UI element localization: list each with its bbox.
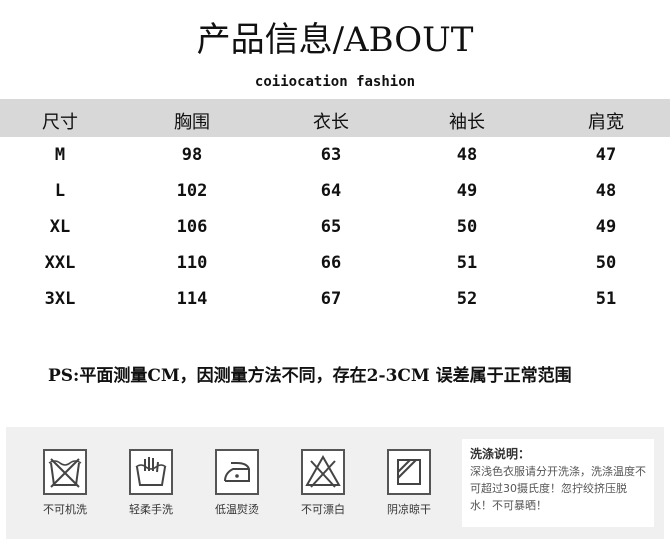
care-label: 不可漂白 bbox=[301, 503, 345, 516]
hand-wash-icon bbox=[129, 449, 173, 495]
measurement-note: PS:平面测量CM，因测量方法不同，存在2-3CM 误差属于正常范围 bbox=[48, 366, 572, 386]
shoulder-cell: 49 bbox=[595, 217, 617, 237]
table-row: 3XL 114 67 52 51 bbox=[0, 282, 670, 318]
page-title: 产品信息/ABOUT bbox=[196, 20, 474, 60]
header-size: 尺寸 bbox=[42, 112, 78, 133]
care-item-low-iron: 低温熨烫 bbox=[202, 449, 272, 517]
wash-instructions: 洗涤说明： 深浅色衣服请分开洗涤，洗涤温度不可超过30摄氏度！忽拧绞挤压脱水！不… bbox=[462, 439, 654, 527]
sleeve-cell: 50 bbox=[456, 217, 478, 237]
care-label: 阴凉晾干 bbox=[387, 503, 431, 516]
header-shoulder: 肩宽 bbox=[588, 112, 624, 133]
table-row: M 98 63 48 47 bbox=[0, 138, 670, 174]
chest-cell: 102 bbox=[176, 181, 208, 201]
length-cell: 67 bbox=[320, 289, 342, 309]
no-bleach-icon bbox=[301, 449, 345, 495]
brand-subtitle: coiiocation fashion bbox=[254, 74, 416, 90]
care-item-no-machine-wash: 不可机洗 bbox=[30, 449, 100, 517]
sleeve-cell: 48 bbox=[456, 145, 478, 165]
chest-cell: 106 bbox=[176, 217, 208, 237]
header-chest: 胸围 bbox=[174, 112, 210, 133]
size-cell: XL bbox=[49, 217, 71, 237]
shoulder-cell: 51 bbox=[595, 289, 617, 309]
wash-instructions-title: 洗涤说明： bbox=[470, 447, 531, 461]
length-cell: 63 bbox=[320, 145, 342, 165]
shade-dry-icon bbox=[387, 449, 431, 495]
care-label: 不可机洗 bbox=[43, 503, 87, 516]
header-length: 衣长 bbox=[313, 112, 349, 133]
size-cell: XXL bbox=[44, 253, 76, 273]
care-item-no-bleach: 不可漂白 bbox=[288, 449, 358, 517]
sleeve-cell: 49 bbox=[456, 181, 478, 201]
length-cell: 65 bbox=[320, 217, 342, 237]
shoulder-cell: 50 bbox=[595, 253, 617, 273]
size-cell: M bbox=[54, 145, 66, 165]
care-instructions-panel: 不可机洗 轻柔手洗 低温熨烫 不可漂白 阴凉晾干 洗涤说明： 深浅色衣服请分开洗… bbox=[6, 427, 664, 539]
sleeve-cell: 51 bbox=[456, 253, 478, 273]
size-cell: L bbox=[54, 181, 66, 201]
care-item-hand-wash: 轻柔手洗 bbox=[116, 449, 186, 517]
care-label: 低温熨烫 bbox=[215, 503, 259, 516]
no-machine-wash-icon bbox=[43, 449, 87, 495]
chest-cell: 110 bbox=[176, 253, 208, 273]
size-cell: 3XL bbox=[44, 289, 76, 309]
wash-instructions-text: 深浅色衣服请分开洗涤，洗涤温度不可超过30摄氏度！忽拧绞挤压脱水！不可暴晒！ bbox=[470, 465, 646, 512]
table-row: XXL 110 66 51 50 bbox=[0, 246, 670, 282]
table-row: L 102 64 49 48 bbox=[0, 174, 670, 210]
length-cell: 66 bbox=[320, 253, 342, 273]
care-label: 轻柔手洗 bbox=[129, 503, 173, 516]
chest-cell: 114 bbox=[176, 289, 208, 309]
shoulder-cell: 47 bbox=[595, 145, 617, 165]
table-row: XL 106 65 50 49 bbox=[0, 210, 670, 246]
chest-cell: 98 bbox=[181, 145, 203, 165]
length-cell: 64 bbox=[320, 181, 342, 201]
size-table-header: 尺寸 胸围 衣长 袖长 肩宽 bbox=[0, 99, 670, 137]
sleeve-cell: 52 bbox=[456, 289, 478, 309]
low-iron-icon bbox=[215, 449, 259, 495]
shoulder-cell: 48 bbox=[595, 181, 617, 201]
care-item-shade-dry: 阴凉晾干 bbox=[374, 449, 444, 517]
header-sleeve: 袖长 bbox=[449, 112, 485, 133]
